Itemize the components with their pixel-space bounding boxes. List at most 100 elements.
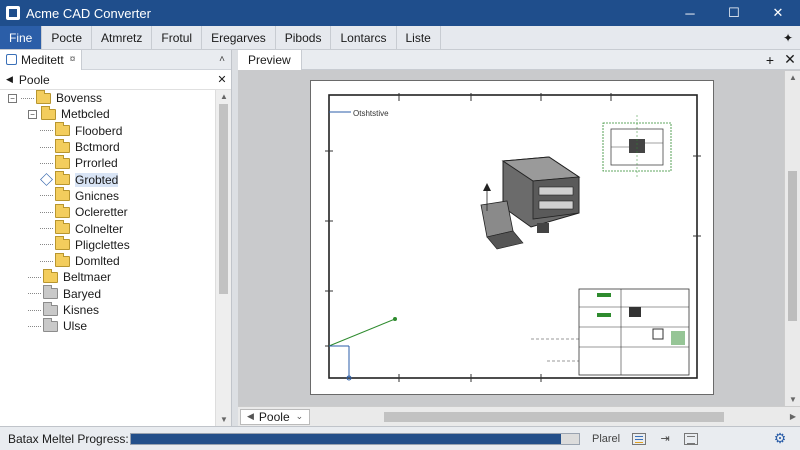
tree-item[interactable]: Beltmaer — [0, 268, 214, 285]
layout-select-value: Poole — [258, 409, 290, 424]
panel-tab-label: Meditett — [21, 52, 64, 67]
menu-item-file[interactable]: Fine — [0, 26, 43, 49]
collapse-arrow-icon[interactable]: ◀ — [6, 74, 13, 85]
scroll-down-icon[interactable]: ▼ — [788, 395, 798, 404]
tree-item-label: Bovenss — [56, 91, 103, 106]
tree-item[interactable]: Flooberd — [0, 122, 214, 139]
horizontal-scroll-track[interactable] — [314, 411, 782, 423]
tree-branch — [40, 130, 53, 132]
tree-item[interactable]: Bctmord — [0, 138, 214, 155]
app-logo-icon — [6, 6, 20, 20]
add-tab-button[interactable]: + — [760, 52, 780, 68]
scroll-down-icon[interactable]: ▼ — [219, 415, 229, 424]
menu-item-frotul[interactable]: Frotul — [152, 26, 203, 49]
maximize-button[interactable]: ☐ — [712, 0, 756, 26]
tree-item[interactable]: Baryed — [0, 285, 214, 302]
progress-label: Batax Meltel Progress: — [8, 431, 129, 446]
folder-icon — [43, 268, 58, 283]
preview-area: Preview + ✕ Otshtstive ▲ ▼ ◀ Poole ⌄ ▶ — [238, 49, 800, 426]
floor-plan-detail — [602, 115, 672, 179]
tree-item[interactable]: − Metbcled — [0, 105, 214, 122]
tree-item-label: Kisnes — [63, 303, 100, 317]
tree-item-label: Metbcled — [61, 107, 110, 122]
expander-icon[interactable]: − — [28, 109, 37, 119]
folder-icon — [43, 317, 58, 332]
drawing-canvas[interactable]: Otshtstive — [238, 71, 784, 406]
tree-branch — [28, 309, 41, 311]
folder-icon — [36, 90, 51, 104]
window-title: Acme CAD Converter — [26, 5, 151, 21]
scroll-up-icon[interactable]: ▲ — [219, 92, 229, 101]
scroll-right-icon[interactable]: ▶ — [786, 412, 800, 421]
close-tab-button[interactable]: ✕ — [780, 51, 800, 68]
tab-preview[interactable]: Preview — [238, 49, 302, 70]
drawing-label: Otshtstive — [353, 109, 389, 118]
expander-icon[interactable]: − — [8, 93, 17, 103]
tree-item-selected[interactable]: Grobted — [0, 171, 214, 187]
drawing-sheet[interactable]: Otshtstive — [310, 80, 714, 395]
tree-branch — [28, 293, 41, 295]
tree-item[interactable]: Colnelter — [0, 220, 214, 236]
scroll-thumb[interactable] — [788, 171, 797, 321]
scroll-thumb[interactable] — [219, 104, 228, 294]
tree-item[interactable]: Ulse — [0, 317, 214, 334]
tab-close-icon[interactable]: ¤ — [70, 54, 76, 65]
horizontal-scroll-thumb[interactable] — [384, 411, 725, 422]
panel-tab[interactable]: Meditett ¤ — [0, 49, 83, 70]
document-icon — [6, 54, 17, 65]
tree-branch — [40, 244, 53, 246]
menu-item-pocte[interactable]: Pocte — [42, 26, 93, 49]
minimize-button[interactable]: ─ — [668, 0, 712, 26]
status-bar: Batax Meltel Progress: Plarel ⇥ ⚙ — [0, 426, 800, 450]
progress-bar — [130, 432, 580, 445]
menu-item-eregarves[interactable]: Eregarves — [202, 26, 276, 49]
tree-item-label: Ocleretter — [75, 205, 128, 220]
tree-branch — [40, 260, 53, 262]
tree-item[interactable]: Kisnes — [0, 301, 214, 318]
gear-icon[interactable]: ⚙ — [768, 429, 792, 449]
folder-icon — [43, 301, 58, 316]
tree-item[interactable]: Gnicnes — [0, 187, 214, 204]
tree-branch — [28, 276, 41, 278]
tree-item[interactable]: Ocleretter — [0, 203, 214, 220]
scroll-up-icon[interactable]: ▲ — [788, 73, 798, 82]
folder-icon — [43, 285, 58, 300]
layout-select[interactable]: ◀ Poole ⌄ — [240, 408, 311, 425]
panel-tab-bar: Meditett ¤ ˄ — [0, 49, 231, 70]
building-model — [480, 156, 581, 250]
top-ticks — [398, 93, 612, 101]
tree-item[interactable]: Domlted — [0, 252, 214, 269]
close-icon[interactable]: ✕ — [213, 73, 231, 86]
menu-item-atmretz[interactable]: Atmretz — [92, 26, 153, 49]
tree-item-label: Pligclettes — [75, 237, 130, 252]
list-icon[interactable] — [632, 432, 647, 445]
menu-item-liste[interactable]: Liste — [397, 26, 441, 49]
tree-item[interactable]: Prrorled — [0, 154, 214, 171]
panel-button[interactable]: Plarel — [592, 433, 620, 445]
folder-icon — [55, 154, 70, 169]
folder-icon — [55, 187, 70, 202]
tree-branch — [21, 97, 34, 99]
menu-item-lontarcs[interactable]: Lontarcs — [331, 26, 397, 49]
menu-item-pibods[interactable]: Pibods — [276, 26, 332, 49]
folder-icon — [55, 203, 70, 218]
tree-item-label: Beltmaer — [63, 270, 112, 285]
file-tree: − Bovenss − Metbcled Flooberd Bctmord Pr… — [0, 90, 214, 420]
document-tab-bar: Preview + ✕ — [238, 49, 800, 70]
caret-left-icon: ◀ — [247, 411, 254, 421]
tree-item[interactable]: − Bovenss — [0, 90, 214, 106]
tree-branch — [40, 211, 53, 213]
vertical-scrollbar[interactable]: ▲ ▼ — [784, 71, 800, 406]
close-button[interactable]: ✕ — [756, 0, 800, 26]
arrow-right-icon[interactable]: ⇥ — [658, 433, 672, 445]
tree-branch — [28, 325, 41, 327]
menu-spacer — [441, 26, 776, 49]
cursor-icon — [40, 173, 53, 187]
tree-item[interactable]: Pligclettes — [0, 236, 214, 253]
pin-icon[interactable]: ✦ — [776, 26, 800, 49]
menu-bar: Fine Pocte Atmretz Frotul Eregarves Pibo… — [0, 26, 800, 50]
dimension-line — [328, 317, 397, 381]
tree-scrollbar[interactable]: ▲ ▼ — [215, 90, 231, 426]
stack-icon[interactable] — [684, 432, 699, 445]
chevron-up-icon[interactable]: ˄ — [213, 54, 231, 65]
